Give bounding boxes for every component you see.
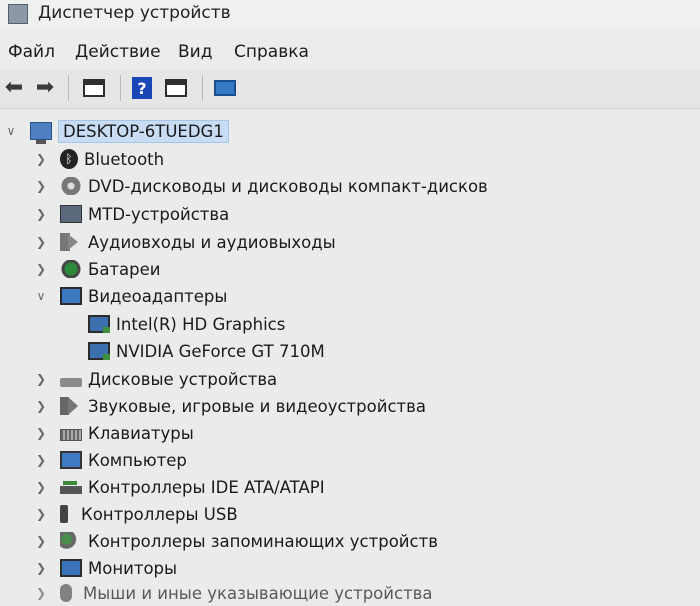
tree-root[interactable]: ∨ DESKTOP-6TUEDG1 <box>0 118 229 144</box>
tree-item-label: Звуковые, игровые и видеоустройства <box>88 396 426 416</box>
show-hide-console-tree-button[interactable] <box>80 76 108 100</box>
help-button[interactable]: ? <box>128 76 156 100</box>
chevron-right-icon[interactable]: ❯ <box>34 453 48 467</box>
tree-item-batteries[interactable]: ❯ Батареи <box>34 256 161 282</box>
arrow-right-icon: ➡ <box>35 75 55 100</box>
chevron-right-icon[interactable]: ❯ <box>34 507 48 521</box>
chevron-right-icon[interactable]: ❯ <box>34 426 48 440</box>
toolbar-separator <box>202 75 203 101</box>
tree-item-label: Дисковые устройства <box>88 369 278 389</box>
chevron-right-icon[interactable]: ❯ <box>34 235 48 249</box>
forward-button[interactable]: ➡ <box>32 76 58 100</box>
menu-view[interactable]: Вид <box>178 42 212 62</box>
device-manager-app-icon <box>8 4 28 24</box>
sound-device-icon <box>60 397 82 415</box>
chevron-right-icon[interactable]: ❯ <box>34 372 48 386</box>
tree-item-label: Мониторы <box>88 558 178 578</box>
help-icon: ? <box>132 77 152 99</box>
tree-item-disk-drives[interactable]: ❯ Дисковые устройства <box>34 366 277 392</box>
device-tree: ∨ DESKTOP-6TUEDG1 ❯ ᛒ Bluetooth ❯ DVD-ди… <box>0 110 700 603</box>
tree-item-mtd[interactable]: ❯ MTD-устройства <box>34 201 229 227</box>
chevron-right-icon[interactable]: ❯ <box>34 534 48 548</box>
mtd-device-icon <box>60 205 82 223</box>
console-tree-icon <box>83 79 105 97</box>
display-adapter-icon <box>60 287 82 305</box>
chevron-right-icon[interactable]: ❯ <box>34 262 48 276</box>
tree-item-label: DVD-дисководы и дисководы компакт-дисков <box>88 176 488 196</box>
chevron-right-icon[interactable]: ❯ <box>34 561 48 575</box>
tree-item-label: Контроллеры USB <box>81 504 238 524</box>
tree-item-label: MTD-устройства <box>88 204 230 224</box>
tree-item-monitors[interactable]: ❯ Мониторы <box>34 555 177 581</box>
tree-item-label: Компьютер <box>88 450 187 470</box>
keyboard-icon <box>60 428 82 441</box>
battery-icon <box>60 260 82 278</box>
tree-item-label: Bluetooth <box>84 149 165 169</box>
gpu-icon <box>88 315 110 333</box>
scan-hardware-icon <box>214 80 236 96</box>
root-computer-name: DESKTOP-6TUEDG1 <box>58 119 229 143</box>
chevron-down-icon[interactable]: ∨ <box>34 289 48 303</box>
tree-item-storage[interactable]: ❯ Контроллеры запоминающих устройств <box>34 528 438 554</box>
menu-help[interactable]: Справка <box>234 42 309 62</box>
window-title: Диспетчер устройств <box>38 3 231 23</box>
gpu-icon <box>88 342 110 360</box>
chevron-right-icon[interactable]: ❯ <box>34 207 48 221</box>
tree-item-label: Клавиатуры <box>88 423 194 443</box>
chevron-down-icon[interactable]: ∨ <box>4 124 18 138</box>
title-bar: Диспетчер устройств <box>0 0 700 30</box>
back-button[interactable]: ⬅ <box>2 76 26 100</box>
arrow-left-icon: ⬅ <box>4 75 24 100</box>
chevron-right-icon[interactable]: ❯ <box>34 399 48 413</box>
usb-controller-icon <box>60 505 68 523</box>
tree-item-computer[interactable]: ❯ Компьютер <box>34 447 187 473</box>
tree-item-label: Контроллеры запоминающих устройств <box>88 531 438 551</box>
toolbar-separator <box>120 75 121 101</box>
tree-subitem-label: Intel(R) HD Graphics <box>116 314 286 334</box>
dvd-drive-icon <box>60 177 82 195</box>
tree-subitem-label: NVIDIA GeForce GT 710M <box>116 341 325 361</box>
disk-drive-icon <box>60 377 82 387</box>
tree-item-bluetooth[interactable]: ❯ ᛒ Bluetooth <box>34 146 164 172</box>
menu-bar: Файл Действие Вид Справка <box>0 30 700 70</box>
tree-item-sound[interactable]: ❯ Звуковые, игровые и видеоустройства <box>34 393 426 419</box>
chevron-right-icon[interactable]: ❯ <box>34 480 48 494</box>
tree-subitem-intel-hd[interactable]: Intel(R) HD Graphics <box>88 311 285 337</box>
toolbar: ⬅ ➡ ? <box>0 70 700 109</box>
scan-hardware-changes-button[interactable] <box>210 76 240 100</box>
tree-item-label: Батареи <box>88 259 161 279</box>
tree-item-label: Видеоадаптеры <box>88 286 228 306</box>
properties-button[interactable] <box>162 76 190 100</box>
monitor-icon <box>60 559 82 577</box>
bluetooth-icon: ᛒ <box>60 149 78 169</box>
tree-item-label: Контроллеры IDE ATA/ATAPI <box>88 477 325 497</box>
tree-item-audio-io[interactable]: ❯ Аудиовходы и аудиовыходы <box>34 229 336 255</box>
tree-item-dvd[interactable]: ❯ DVD-дисководы и дисководы компакт-диск… <box>34 173 488 199</box>
chevron-right-icon[interactable]: ❯ <box>34 152 48 166</box>
tree-item-usb[interactable]: ❯ Контроллеры USB <box>34 501 238 527</box>
chevron-right-icon[interactable]: ❯ <box>34 179 48 193</box>
tree-item-ide[interactable]: ❯ Контроллеры IDE ATA/ATAPI <box>34 474 325 500</box>
tree-item-mice[interactable]: ❯ Мыши и иные указывающие устройства <box>34 580 433 606</box>
tree-item-label: Мыши и иные указывающие устройства <box>83 583 433 603</box>
chevron-right-icon[interactable]: ❯ <box>34 586 48 600</box>
tree-item-display-adapters[interactable]: ∨ Видеоадаптеры <box>34 283 228 309</box>
computer-icon <box>60 451 82 469</box>
storage-controller-icon <box>60 532 82 550</box>
tree-subitem-nvidia[interactable]: NVIDIA GeForce GT 710M <box>88 338 325 364</box>
ide-controller-icon <box>60 481 82 494</box>
toolbar-separator <box>68 75 69 101</box>
tree-item-keyboards[interactable]: ❯ Клавиатуры <box>34 420 194 446</box>
menu-action[interactable]: Действие <box>75 42 161 62</box>
mouse-icon <box>60 584 72 602</box>
computer-icon <box>30 122 52 144</box>
properties-icon <box>165 79 187 97</box>
tree-item-label: Аудиовходы и аудиовыходы <box>88 232 336 252</box>
menu-file[interactable]: Файл <box>8 42 55 62</box>
audio-io-icon <box>60 233 82 251</box>
